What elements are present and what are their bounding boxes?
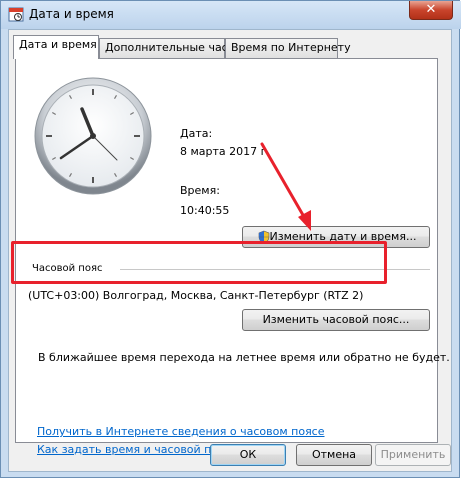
tab-internet-time[interactable]: Время по Интернету [225, 38, 351, 58]
timezone-highlight-box [11, 241, 387, 284]
tab-date-time[interactable]: Дата и время [13, 35, 99, 59]
button-label: Отмена [311, 448, 357, 461]
timezone-info-link[interactable]: Получить в Интернете сведения о часовом … [37, 425, 325, 438]
button-label: Применить [380, 448, 446, 461]
date-label: Дата: [180, 127, 213, 140]
time-label: Время: [180, 184, 220, 197]
title-bar[interactable]: Дата и время ✕ [1, 1, 461, 29]
cancel-button[interactable]: Отмена [296, 444, 372, 466]
tab-label: Время по Интернету [231, 41, 351, 54]
tab-additional-clocks[interactable]: Дополнительные часы [99, 38, 236, 58]
button-label: ОК [239, 448, 257, 461]
time-value: 10:40:55 [180, 204, 230, 217]
tab-label: Дополнительные часы [105, 41, 237, 54]
help-link[interactable]: Как задать время и часовой пояс? [37, 443, 237, 456]
change-timezone-button[interactable]: Изменить часовой пояс... [242, 309, 430, 331]
ok-button[interactable]: ОК [210, 444, 286, 466]
dst-note: В ближайшее время перехода на летнее вре… [38, 351, 450, 364]
date-value: 8 марта 2017 г. [180, 145, 270, 158]
calendar-clock-icon [8, 7, 24, 22]
date-time-window: Дата и время ✕ Дата и время Дополнительн… [0, 0, 461, 478]
tab-label: Дата и время [19, 38, 97, 51]
window-title: Дата и время [29, 7, 114, 21]
analog-clock-icon [34, 77, 152, 195]
timezone-value: (UTC+03:00) Волгоград, Москва, Санкт-Пет… [28, 289, 364, 302]
apply-button: Применить [375, 444, 451, 466]
close-icon: ✕ [425, 2, 437, 17]
button-label: Изменить часовой пояс... [262, 313, 410, 326]
close-button[interactable]: ✕ [409, 1, 453, 20]
